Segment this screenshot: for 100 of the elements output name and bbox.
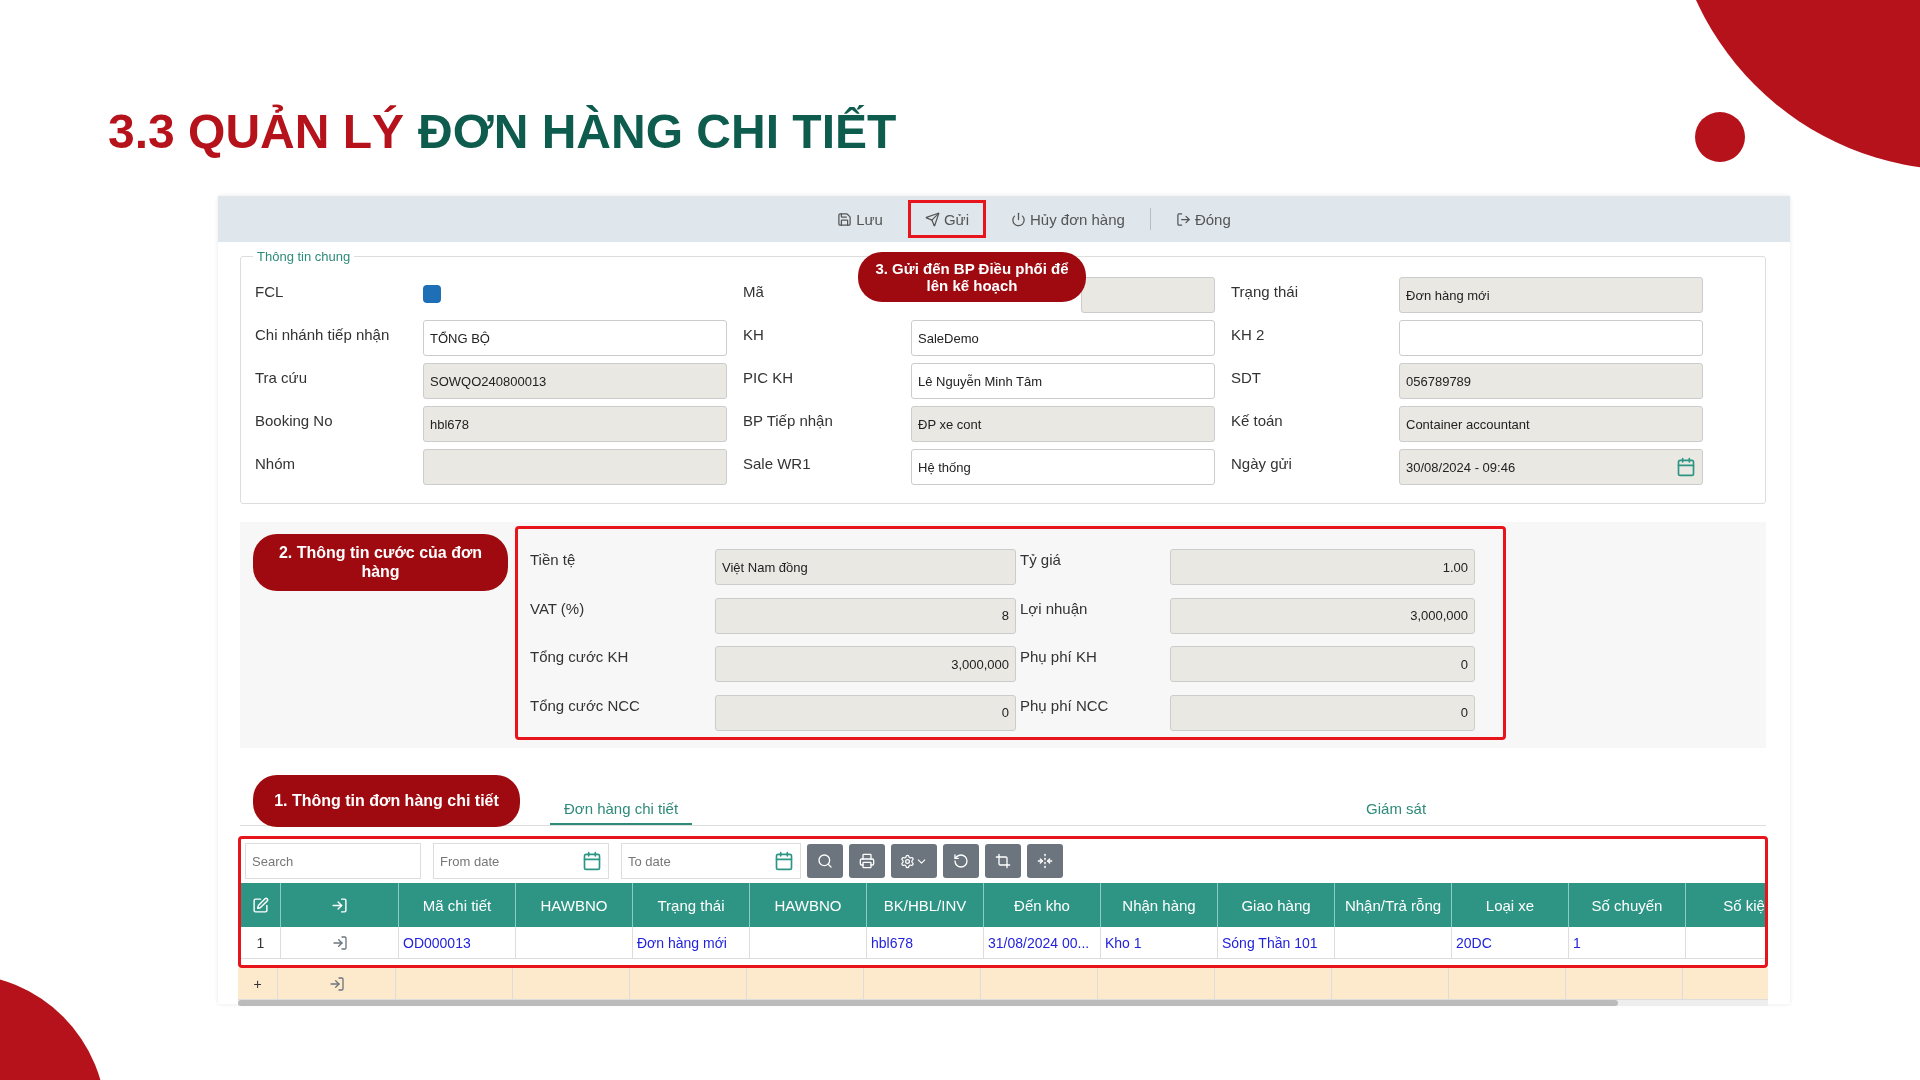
calendar-icon[interactable] [774, 851, 794, 871]
input-field[interactable]: 0 [1170, 646, 1475, 682]
search-icon [817, 853, 833, 869]
input-field[interactable]: 056789789 [1399, 363, 1703, 399]
column-header: HAWBNO [750, 883, 867, 927]
field-label: Phụ phí KH [1020, 647, 1098, 667]
table-cell: 1 [1569, 927, 1686, 959]
calendar-icon[interactable] [1676, 457, 1696, 477]
table-cell: 20DC [1452, 927, 1569, 959]
input-field[interactable] [423, 449, 727, 485]
login-icon[interactable] [328, 975, 345, 992]
input-field[interactable]: 3,000,000 [1170, 597, 1475, 634]
field-label: Tổng cước NCC [530, 695, 641, 716]
field-label: Tỷ giá [1020, 550, 1062, 570]
field-label: Tiền tệ [530, 550, 577, 570]
table-cell: Sóng Thần 101 [1218, 927, 1335, 959]
column-header: Nhận hàng [1101, 883, 1218, 927]
date-field[interactable]: From date [433, 843, 609, 879]
field-label: VAT (%) [530, 598, 586, 619]
column-header: Đến kho [984, 883, 1101, 927]
input-field[interactable]: SOWQO240800013 [423, 363, 727, 399]
column-header: Số chuyến [1569, 883, 1686, 927]
field-label: Ngày gửi [1231, 454, 1293, 472]
input-field[interactable]: Hệ thống [911, 449, 1215, 485]
input-field[interactable]: 0 [1170, 694, 1475, 731]
save-icon [837, 211, 853, 227]
row-number: + [238, 968, 278, 1000]
field-label: Chi nhánh tiếp nhận [255, 325, 391, 343]
field-label: Phụ phí NCC [1020, 695, 1110, 716]
login-icon[interactable] [331, 896, 348, 914]
printer-icon [859, 853, 875, 869]
input-field[interactable]: hbl678 [423, 406, 727, 442]
column-header: Trạng thái [633, 883, 750, 927]
search-field[interactable]: Search [245, 843, 421, 879]
settings-button[interactable] [891, 844, 937, 878]
field-label: Booking No [255, 411, 334, 429]
date-field[interactable]: 30/08/2024 - 09:46 [1399, 449, 1703, 485]
reload-button[interactable] [943, 844, 979, 878]
login-icon[interactable] [331, 934, 348, 951]
field-label: Nhóm [255, 454, 296, 472]
field-label: SDT [1231, 368, 1262, 386]
column-header: BK/HBL/INV [867, 883, 984, 927]
column-header: Số kiệ [1686, 883, 1765, 927]
toolbar-button[interactable]: Đóng [1158, 200, 1248, 238]
decorative-dot [1695, 112, 1745, 162]
field-label: KH 2 [1231, 325, 1266, 343]
field-label: FCL [255, 282, 285, 300]
input-field[interactable]: Đơn hàng mới [1399, 277, 1703, 313]
tab[interactable]: Giám sát [1352, 778, 1441, 825]
input-field[interactable]: Container accountant [1399, 406, 1703, 442]
column-header: Giao hàng [1218, 883, 1335, 927]
checkbox[interactable] [423, 285, 441, 303]
field-label: Mã [743, 282, 765, 300]
print-button[interactable] [849, 844, 885, 878]
column-header: Nhận/Trả rỗng [1335, 883, 1452, 927]
input-field[interactable]: 3,000,000 [715, 646, 1016, 682]
edit-icon[interactable] [252, 896, 269, 914]
annotation-label: 1. Thông tin đơn hàng chi tiết [253, 775, 520, 827]
toolbar-button[interactable]: Hủy đơn hàng [994, 200, 1142, 238]
send-icon [924, 211, 940, 227]
crop-button[interactable] [985, 844, 1021, 878]
input-field[interactable]: Việt Nam đồng [715, 549, 1016, 585]
collapse-button[interactable] [1027, 844, 1063, 878]
field-label: PIC KH [743, 368, 794, 386]
reload-icon [953, 853, 969, 869]
input-field[interactable] [1399, 320, 1703, 356]
power-icon [1011, 211, 1026, 227]
table-cell: OD000013 [399, 927, 516, 959]
column-header: Loại xe [1452, 883, 1569, 927]
field-label: Kế toán [1231, 411, 1284, 429]
field-label: KH [743, 325, 765, 343]
input-field[interactable]: 1.00 [1170, 549, 1475, 585]
toolbar-button[interactable]: Gửi [907, 200, 986, 238]
input-field[interactable]: Lê Nguyễn Minh Tâm [911, 363, 1215, 399]
table-cell: hbl678 [867, 927, 984, 959]
field-label: BP Tiếp nhận [743, 411, 834, 429]
field-label: Lợi nhuận [1020, 598, 1089, 619]
scrollbar[interactable] [238, 1000, 1618, 1006]
input-field[interactable]: 8 [715, 597, 1016, 634]
input-field[interactable]: SaleDemo [911, 320, 1215, 356]
slide-title: ĐƠN HÀNG CHI TIẾT [418, 104, 897, 160]
column-header: Mã chi tiết [399, 883, 516, 927]
field-label: Trạng thái [1231, 282, 1299, 300]
gear-icon [900, 853, 915, 869]
search-button[interactable] [807, 844, 843, 878]
panel-legend: Thông tin chung [253, 249, 355, 264]
input-field[interactable]: ĐP xe cont [911, 406, 1215, 442]
input-field[interactable]: 0 [715, 694, 1016, 731]
annotation-label: 3. Gửi đến BP Điều phối để lên kế hoạch [858, 252, 1086, 302]
input-field[interactable]: TỔNG BỘ [423, 320, 727, 356]
calendar-icon[interactable] [582, 851, 602, 871]
date-field[interactable]: To date [621, 843, 801, 879]
field-label: Tra cứu [255, 368, 308, 386]
tab[interactable]: Đơn hàng chi tiết [550, 778, 693, 825]
toolbar-button[interactable]: Lưu [820, 200, 900, 238]
collapse-icon [1037, 853, 1053, 869]
annotation-label: 2. Thông tin cước của đơn hàng [253, 534, 508, 591]
field-label: Sale WR1 [743, 454, 812, 472]
input-field[interactable] [1081, 277, 1215, 313]
row-number: 1 [241, 927, 281, 959]
